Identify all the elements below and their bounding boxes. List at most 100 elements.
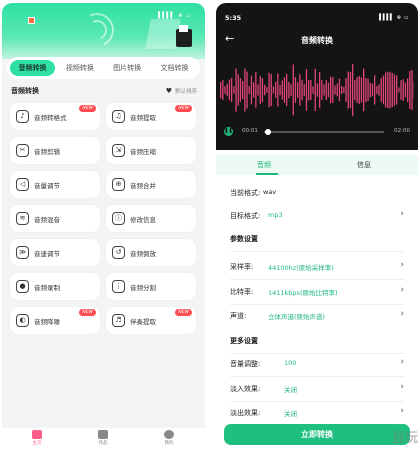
slider-knob[interactable] [265, 129, 272, 135]
chevron-right-icon: › [400, 285, 404, 295]
fade-in-row[interactable]: 淡入效果: 关闭 › [216, 379, 418, 399]
status-bar: ▌▌▌▌ ⊛ ▭ [158, 12, 191, 19]
divider [230, 401, 404, 402]
row-value: 立体声道(原始声道) [268, 313, 326, 321]
wave-bar [255, 72, 257, 108]
pause-icon[interactable]: ❚❚ [224, 127, 233, 136]
tab-info[interactable]: 信息 [357, 160, 371, 170]
tool-label: 音频录制 [34, 284, 60, 292]
wave-bar [297, 82, 299, 98]
wave-bar [321, 80, 323, 100]
heart-icon: ♥ [165, 86, 172, 95]
tool-card[interactable]: ⇲ 音频压缩 [106, 137, 196, 164]
tool-label: 音频压缩 [130, 148, 156, 156]
wave-bar [283, 77, 286, 103]
wave-bar [233, 86, 235, 94]
wave-bar [380, 78, 382, 102]
sort-label: 默认排序 [174, 89, 197, 95]
fade-out-row[interactable]: 淡出效果: 关闭 › [216, 403, 418, 423]
bottom-nav: 主页 作品 我的 [2, 428, 205, 450]
nav-label: 作品 [98, 441, 108, 446]
wave-bar [259, 75, 261, 105]
chevron-right-icon: › [400, 382, 404, 392]
wave-bar [371, 83, 374, 97]
wave-bar [389, 71, 391, 109]
wave-bar [314, 68, 316, 112]
wave-bar [378, 84, 380, 96]
wave-bar [343, 86, 345, 94]
nav-profile[interactable]: 我的 [154, 430, 184, 446]
player-area: 5:35 ▌▌▌▌ ⊛ ▭ ← 音频转换 ❚❚ 00:01 02:00 [216, 3, 418, 150]
tool-card[interactable]: ⊕ 音频合并 [106, 171, 196, 198]
volume-icon: ◁ [16, 178, 29, 191]
new-badge: NEW [79, 105, 96, 112]
wave-bar [275, 81, 277, 98]
divider [230, 304, 404, 305]
page-title: 音频转换 [301, 36, 333, 45]
tool-label: 音频倒放 [130, 250, 156, 258]
music-file-icon: ♪ [16, 110, 29, 123]
tool-card[interactable]: ♪ 音频转格式 NEW [10, 103, 100, 130]
group-label: 参数设置 [230, 235, 258, 243]
wave-bar [402, 79, 404, 101]
tool-card[interactable]: ≫ 音速调节 [10, 239, 100, 266]
section-title: 音频转换 [11, 87, 39, 95]
target-format-row[interactable]: 目标格式: mp3 › [216, 206, 418, 226]
row-value: 44100hz(原始采样率) [268, 264, 334, 272]
category-tabs: 音频转换 视频转换 图片转换 文档转换 [7, 57, 200, 79]
chevron-right-icon: › [400, 406, 404, 416]
tool-label: 音速调节 [34, 250, 60, 258]
wave-bar [272, 86, 275, 94]
row-label: 淡入效果: [230, 385, 261, 393]
tab-audio[interactable]: 音频 [257, 160, 271, 170]
nav-home[interactable]: 主页 [22, 430, 52, 446]
sort-button[interactable]: ♥ 默认排序 [166, 87, 197, 95]
tool-label: 音频提取 [130, 114, 156, 122]
wave-bar [270, 73, 272, 107]
wave-bar [385, 72, 387, 108]
split-icon: ⋮ [112, 280, 125, 293]
channel-row[interactable]: 声道: 立体声道(原始声道) › [216, 306, 418, 326]
wave-bar [312, 86, 314, 94]
row-label: 当前格式: [230, 189, 261, 197]
tab-document[interactable]: 文档转换 [152, 60, 197, 76]
wave-bar [266, 87, 268, 93]
divider [230, 279, 404, 280]
tool-card[interactable]: ◁ 音量调节 [10, 171, 100, 198]
tool-card[interactable]: ≋ 音频混音 [10, 205, 100, 232]
tab-image[interactable]: 图片转换 [105, 60, 150, 76]
volume-row[interactable]: 音量调整: 100 › [216, 354, 418, 374]
scissors-icon: ✂ [16, 144, 29, 157]
sample-rate-row[interactable]: 采样率: 44100hz(原始采样率) › [216, 257, 418, 277]
wave-bar [354, 79, 356, 101]
tool-card[interactable]: ↺ 音频倒放 [106, 239, 196, 266]
wave-bar [316, 83, 319, 97]
wave-bar [261, 78, 264, 102]
wave-bar [305, 69, 308, 111]
wave-bar [382, 75, 385, 105]
wave-bar [356, 77, 358, 103]
tool-card[interactable]: ● 音频录制 [10, 273, 100, 300]
row-value: mp3 [268, 211, 283, 219]
info-edit-icon: ⓘ [112, 212, 125, 225]
wave-bar [257, 84, 259, 96]
progress-slider[interactable] [264, 129, 384, 135]
tool-card[interactable]: ♫ 音频提取 NEW [106, 103, 196, 130]
tool-card[interactable]: ♬ 伴奏提取 NEW [106, 307, 196, 334]
tab-audio[interactable]: 音频转换 [10, 60, 55, 76]
nav-works[interactable]: 作品 [88, 430, 118, 446]
tool-card[interactable]: ⓘ 修改信息 [106, 205, 196, 232]
wave-bar [376, 86, 378, 95]
current-format-row: 当前格式: wav [216, 183, 418, 203]
tool-card[interactable]: ◐ 音频降噪 NEW [10, 307, 100, 334]
wave-bar [352, 64, 354, 116]
tab-video[interactable]: 视频转换 [57, 60, 102, 76]
tool-card[interactable]: ✂ 音频剪辑 [10, 137, 100, 164]
accompaniment-icon: ♬ [112, 314, 125, 327]
convert-button[interactable]: 立即转换 [224, 424, 410, 445]
tool-label: 伴奏提取 [130, 318, 156, 326]
wave-bar [248, 86, 250, 94]
bitrate-row[interactable]: 比特率: 1411kbps(原始比特率) › [216, 282, 418, 302]
tool-card[interactable]: ⋮ 音频分割 [106, 273, 196, 300]
wave-bar [286, 73, 288, 106]
